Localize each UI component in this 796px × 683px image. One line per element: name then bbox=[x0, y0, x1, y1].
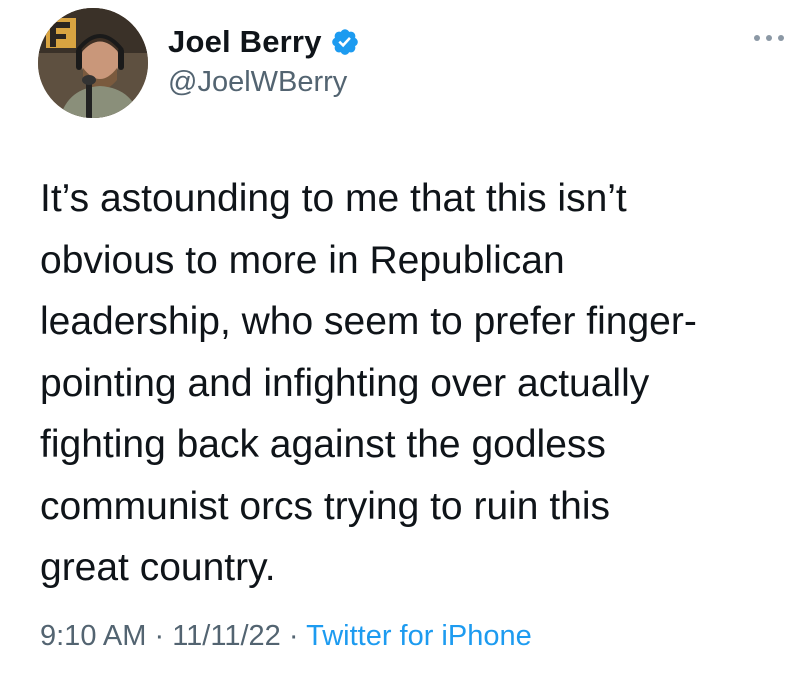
meta-separator: · bbox=[288, 620, 299, 652]
meta-separator: · bbox=[154, 620, 165, 652]
avatar[interactable] bbox=[38, 8, 148, 118]
tweet-text-line: pointing and infighting over actually bbox=[40, 361, 650, 405]
tweet-text-line: It’s astounding to me that this isn’t bbox=[40, 177, 627, 220]
tweet-text-line: communist orcs trying to ruin this bbox=[40, 484, 611, 528]
more-options-icon[interactable] bbox=[752, 30, 786, 46]
display-name[interactable]: Joel Berry bbox=[168, 24, 322, 60]
tweet-text-line: leadership, who seem to prefer finger- bbox=[40, 300, 697, 343]
tweet-text-line: great country. bbox=[40, 546, 276, 589]
tweet-source-link[interactable]: Twitter for iPhone bbox=[306, 620, 532, 652]
verified-badge-icon bbox=[331, 29, 358, 55]
tweet-text-line: obvious to more in Republican bbox=[40, 238, 565, 282]
tweet-time[interactable]: 9:10 AM bbox=[40, 620, 146, 652]
avatar-photo bbox=[38, 8, 148, 118]
tweet-card: Joel Berry @JoelWBerry It’s astounding t… bbox=[0, 0, 796, 683]
tweet-text: It’s astounding to me that this isn’t ob… bbox=[40, 168, 790, 599]
author-name-row[interactable]: Joel Berry bbox=[168, 22, 360, 62]
handle[interactable]: @JoelWBerry bbox=[168, 66, 347, 99]
tweet-date[interactable]: 11/11/22 bbox=[172, 620, 281, 652]
tweet-metadata: 9:10 AM · 11/11/22 · Twitter for iPhone bbox=[40, 620, 532, 653]
tweet-text-line: fighting back against the godless bbox=[40, 423, 606, 466]
